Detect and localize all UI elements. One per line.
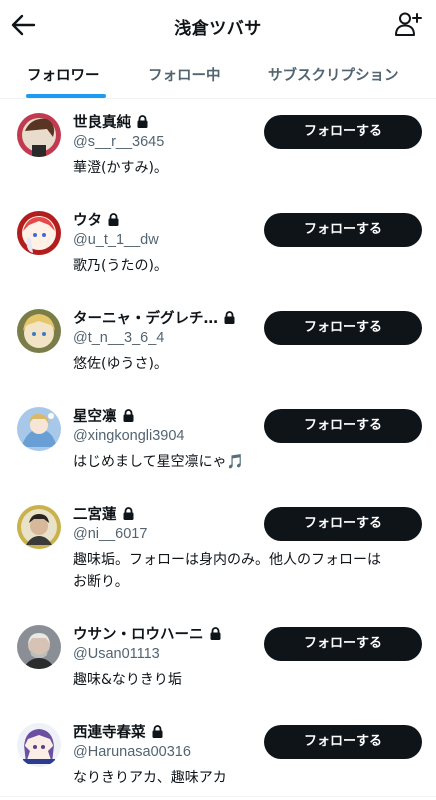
- lock-icon: [123, 409, 133, 422]
- list-item[interactable]: ターニャ・デグレチ… @t_n__3_6_4 悠佐(ゆうさ)。 フォローする: [0, 295, 436, 393]
- list-item[interactable]: ウタ @u_t_1__dw 歌乃(うたの)。 フォローする: [0, 197, 436, 295]
- user-name: 世良真純: [73, 111, 148, 132]
- user-name: 星空凛: [73, 405, 134, 426]
- person-add-icon[interactable]: [394, 10, 422, 38]
- list-item[interactable]: 西連寺春菜 @Harunasa00316 なりきりアカ、趣味アカ フォローする: [0, 709, 436, 799]
- user-handle: @t_n__3_6_4: [73, 330, 165, 346]
- list-item[interactable]: 世良真純 @s__r__3645 華澄(かすみ)。 フォローする: [0, 99, 436, 197]
- avatar[interactable]: [17, 211, 61, 255]
- follow-button[interactable]: フォローする: [264, 507, 422, 541]
- tab-bar: フォロワー フォロー中 サブスクリプション: [0, 50, 436, 99]
- follow-button[interactable]: フォローする: [264, 311, 422, 345]
- follow-button[interactable]: フォローする: [264, 627, 422, 661]
- active-tab-indicator: [26, 94, 106, 98]
- avatar[interactable]: [17, 723, 61, 767]
- user-name: ウタ: [73, 209, 119, 230]
- user-bio: 華澄(かすみ)。: [73, 160, 168, 176]
- lock-icon: [152, 725, 162, 738]
- avatar[interactable]: [17, 309, 61, 353]
- list-item[interactable]: ウサン・ロウハーニ @Usan01113 趣味&なりきり垢 フォローする: [0, 611, 436, 709]
- tab-following[interactable]: フォロー中: [148, 64, 221, 85]
- avatar[interactable]: [17, 625, 61, 669]
- user-name: ウサン・ロウハーニ: [73, 623, 221, 644]
- user-handle: @u_t_1__dw: [73, 232, 159, 248]
- list-item[interactable]: 星空凛 @xingkongli3904 はじめまして星空凛にゃ🎵 フォローする: [0, 393, 436, 491]
- user-bio: 悠佐(ゆうさ)。: [73, 356, 168, 372]
- user-bio: なりきりアカ、趣味アカ: [73, 770, 227, 786]
- tab-followers[interactable]: フォロワー: [27, 64, 100, 85]
- avatar[interactable]: [17, 407, 61, 451]
- tab-subscriptions[interactable]: サブスクリプション: [268, 64, 399, 85]
- user-name: 西連寺春菜: [73, 721, 163, 742]
- avatar[interactable]: [17, 505, 61, 549]
- top-app-bar: 浅倉ツバサ: [0, 0, 436, 50]
- lock-icon: [123, 507, 133, 520]
- follow-button[interactable]: フォローする: [264, 213, 422, 247]
- user-handle: @ni__6017: [73, 526, 148, 542]
- user-handle: @Harunasa00316: [73, 744, 191, 760]
- user-handle: @s__r__3645: [73, 134, 165, 150]
- lock-icon: [224, 311, 235, 324]
- page-title: 浅倉ツバサ: [174, 19, 262, 39]
- follow-button[interactable]: フォローする: [264, 115, 422, 149]
- lock-icon: [210, 627, 220, 640]
- user-name: ターニャ・デグレチ…: [73, 307, 235, 328]
- avatar[interactable]: [17, 113, 61, 157]
- user-name: 二宮蓮: [73, 503, 134, 524]
- user-bio: 趣味垢。フォローは身内のみ。他人のフォローは お断り。: [73, 552, 381, 590]
- user-handle: @Usan01113: [73, 646, 160, 662]
- lock-icon: [137, 115, 148, 128]
- user-bio: 歌乃(うたの)。: [73, 258, 168, 274]
- follow-button[interactable]: フォローする: [264, 725, 422, 759]
- lock-icon: [108, 213, 119, 226]
- follow-button[interactable]: フォローする: [264, 409, 422, 443]
- user-handle: @xingkongli3904: [73, 428, 185, 444]
- divider: [0, 796, 436, 797]
- user-bio: 趣味&なりきり垢: [73, 672, 182, 688]
- user-bio: はじめまして星空凛にゃ🎵: [73, 454, 245, 470]
- list-item[interactable]: 二宮蓮 @ni__6017 趣味垢。フォローは身内のみ。他人のフォローは お断り…: [0, 491, 436, 611]
